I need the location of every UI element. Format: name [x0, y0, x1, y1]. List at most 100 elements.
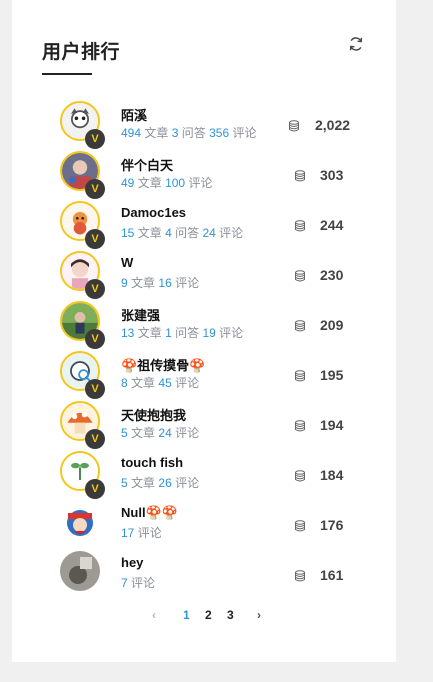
stat-count: 13	[121, 326, 135, 340]
stat-label: 评论	[137, 526, 162, 540]
user-avatar[interactable]	[60, 501, 100, 541]
user-rank-row[interactable]: V W 9 文章 16 评论 230	[60, 250, 360, 300]
user-stats: 17 评论	[121, 524, 162, 541]
panel-title: 用户排行	[42, 42, 121, 63]
coin-stack-icon	[295, 270, 305, 282]
user-score: 303	[320, 167, 344, 183]
user-rank-row[interactable]: V 🍄祖传摸骨🍄 8 文章 45 评论 195	[60, 350, 360, 400]
stat-label: 文章	[131, 276, 156, 290]
coin-stack-icon	[289, 120, 299, 132]
coin-stack-icon	[295, 220, 305, 232]
user-stats: 494 文章 3 问答 356 评论	[121, 124, 257, 141]
stat-count: 19	[202, 326, 216, 340]
user-rank-row[interactable]: hey 7 评论 161	[60, 550, 360, 600]
user-name[interactable]: hey	[121, 555, 143, 570]
user-rank-row[interactable]: V 陌溪 494 文章 3 问答 356 评论 2,022	[60, 100, 360, 150]
user-name[interactable]: 天使抱抱我	[121, 405, 186, 424]
stat-count: 8	[121, 376, 128, 390]
user-stats: 5 文章 26 评论	[121, 474, 199, 491]
coin-stack-icon	[295, 370, 305, 382]
user-score: 194	[320, 417, 344, 433]
stat-label: 评论	[175, 476, 200, 490]
stat-label: 文章	[131, 426, 156, 440]
user-name[interactable]: Damoc1es	[121, 205, 186, 220]
stat-label: 文章	[137, 176, 162, 190]
user-name[interactable]: 伴个白天	[121, 155, 173, 174]
stat-count: 17	[121, 526, 135, 540]
page-3-button[interactable]: 3	[227, 608, 234, 622]
stat-count: 9	[121, 276, 128, 290]
stat-count: 1	[165, 326, 172, 340]
stat-label: 评论	[131, 576, 156, 590]
stat-count: 356	[209, 126, 230, 140]
user-score: 184	[320, 467, 344, 483]
coin-stack-icon	[295, 470, 305, 482]
page-1-button[interactable]: 1	[183, 608, 190, 622]
stat-count: 5	[121, 476, 128, 490]
stat-count: 26	[158, 476, 172, 490]
user-stats: 13 文章 1 问答 19 评论	[121, 324, 243, 341]
user-stats: 9 文章 16 评论	[121, 274, 199, 291]
coin-stack-icon	[295, 420, 305, 432]
user-score: 195	[320, 367, 344, 383]
coin-stack-icon	[295, 570, 305, 582]
stat-label: 评论	[232, 126, 257, 140]
user-stats: 8 文章 45 评论	[121, 374, 199, 391]
stat-count: 49	[121, 176, 135, 190]
stat-count: 494	[121, 126, 142, 140]
stat-count: 24	[158, 426, 172, 440]
stat-label: 文章	[137, 326, 162, 340]
user-name[interactable]: touch fish	[121, 455, 183, 470]
next-page-button[interactable]: ›	[257, 608, 261, 622]
stat-label: 文章	[131, 376, 156, 390]
stat-count: 4	[165, 226, 172, 240]
stat-label: 文章	[144, 126, 169, 140]
stat-count: 7	[121, 576, 128, 590]
coin-stack-icon	[295, 320, 305, 332]
user-avatar[interactable]	[60, 551, 100, 591]
stat-label: 评论	[188, 176, 213, 190]
stat-count: 100	[165, 176, 186, 190]
coin-stack-icon	[295, 170, 305, 182]
stat-label: 问答	[181, 126, 206, 140]
user-stats: 15 文章 4 问答 24 评论	[121, 224, 243, 241]
vip-badge: V	[85, 129, 105, 149]
user-rank-row[interactable]: V 伴个白天 49 文章 100 评论 303	[60, 150, 360, 200]
user-name[interactable]: 🍄祖传摸骨🍄	[121, 355, 205, 374]
user-ranking-panel: 用户排行 V 陌溪 494 文章 3 问答 356 评论 2,022 V 伴个白天 49 文…	[12, 0, 396, 662]
user-name[interactable]: 陌溪	[121, 105, 147, 124]
user-name[interactable]: W	[121, 255, 133, 270]
vip-badge: V	[85, 179, 105, 199]
vip-badge: V	[85, 229, 105, 249]
page-2-button[interactable]: 2	[205, 608, 212, 622]
user-rank-row[interactable]: Null🍄🍄 17 评论 176	[60, 500, 360, 550]
coin-stack-icon	[295, 520, 305, 532]
stat-count: 5	[121, 426, 128, 440]
vip-badge: V	[85, 279, 105, 299]
user-stats: 49 文章 100 评论	[121, 174, 212, 191]
vip-badge: V	[85, 429, 105, 449]
user-score: 161	[320, 567, 344, 583]
user-rank-row[interactable]: V 天使抱抱我 5 文章 24 评论 194	[60, 400, 360, 450]
user-name[interactable]: 张建强	[121, 305, 160, 324]
user-rank-row[interactable]: V 张建强 13 文章 1 问答 19 评论 209	[60, 300, 360, 350]
user-rank-row[interactable]: V Damoc1es 15 文章 4 问答 24 评论 244	[60, 200, 360, 250]
user-stats: 5 文章 24 评论	[121, 424, 199, 441]
stat-count: 15	[121, 226, 135, 240]
stat-label: 评论	[219, 226, 244, 240]
stat-label: 文章	[131, 476, 156, 490]
vip-badge: V	[85, 329, 105, 349]
user-score: 230	[320, 267, 344, 283]
stat-count: 3	[171, 126, 179, 140]
stat-label: 评论	[175, 276, 200, 290]
vip-badge: V	[85, 479, 105, 499]
refresh-icon[interactable]	[348, 36, 364, 52]
prev-page-button[interactable]: ‹	[152, 608, 156, 622]
user-score: 209	[320, 317, 344, 333]
stat-count: 45	[158, 376, 172, 390]
user-rank-row[interactable]: Vtouch fish 5 文章 26 评论 184	[60, 450, 360, 500]
user-name[interactable]: Null🍄🍄	[121, 505, 178, 521]
stat-count: 24	[202, 226, 216, 240]
user-score: 244	[320, 217, 344, 233]
stat-label: 评论	[219, 326, 244, 340]
